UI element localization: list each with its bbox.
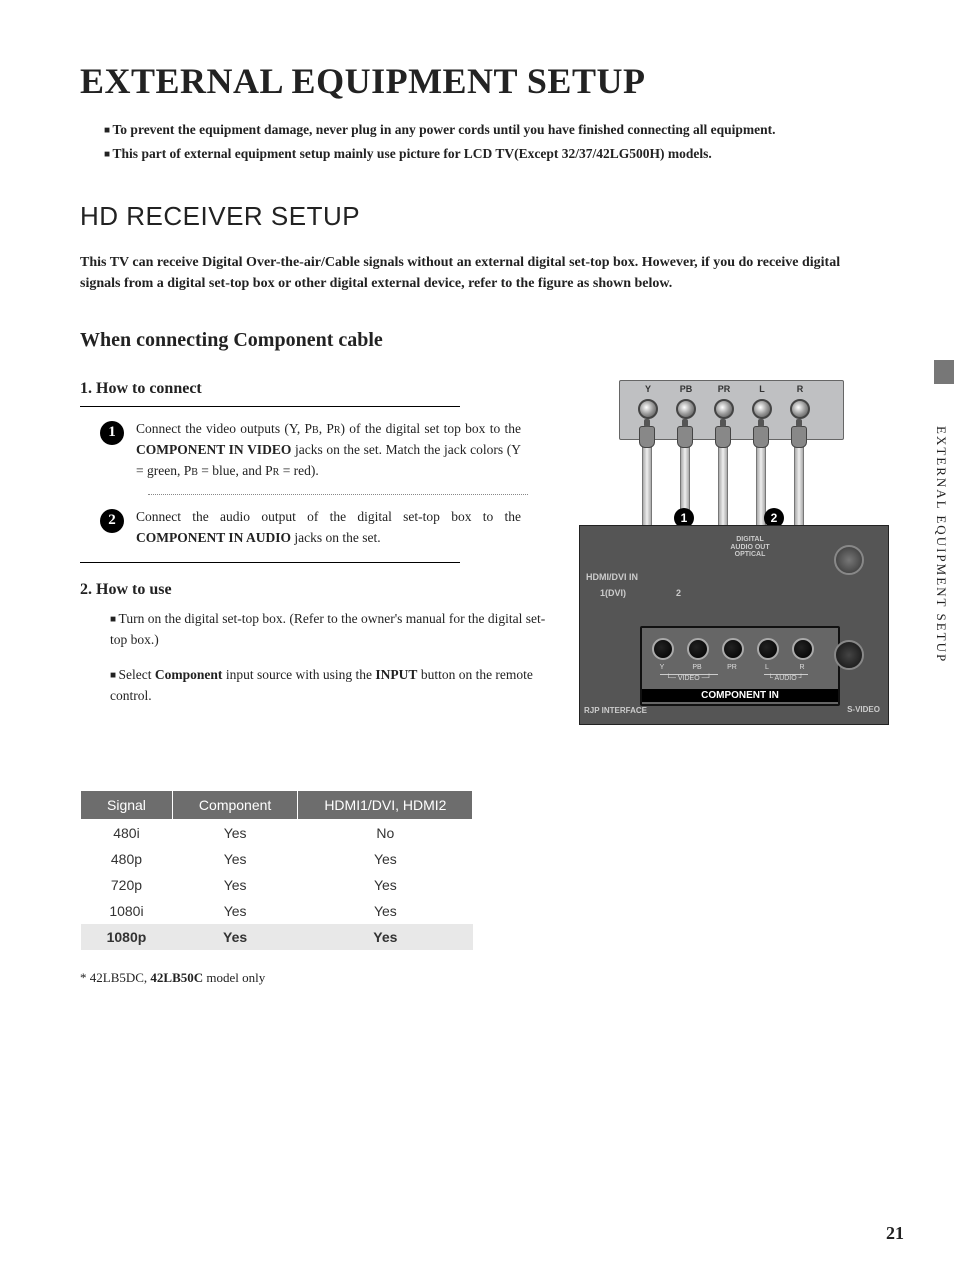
tv-jack-label: R <box>792 664 812 671</box>
rca-jack-icon <box>714 399 734 419</box>
divider <box>80 562 460 563</box>
jack-label-r: R <box>790 384 810 394</box>
tv-jack-icon <box>722 638 744 660</box>
hdmi-sub-label: 1(DVI) <box>600 588 626 598</box>
digital-audio-label: DIGITAL AUDIO OUT OPTICAL <box>730 536 770 559</box>
table-row: 1080pYesYes <box>81 924 473 950</box>
tv-jack-icon <box>757 638 779 660</box>
tv-jack-label: PB <box>687 664 707 671</box>
step-body: Connect the video outputs (Y, PB, PR) of… <box>136 419 521 482</box>
footnote: * 42LB5DC, 42LB50C model only <box>80 970 884 986</box>
rca-jack-icon <box>752 399 772 419</box>
connect-step-2: 2 Connect the audio output of the digita… <box>80 507 540 549</box>
side-tab-marker <box>934 360 954 384</box>
svideo-jack-icon <box>834 640 864 670</box>
rca-jack-icon <box>676 399 696 419</box>
table-row: 1080iYesYes <box>81 898 473 924</box>
how-to-use-list: Turn on the digital set-top box. (Refer … <box>110 609 559 707</box>
svideo-label: S-VIDEO <box>847 705 880 714</box>
rca-jack-icon <box>790 399 810 419</box>
rca-jack-icon <box>638 399 658 419</box>
connection-diagram: Y PB PR L R <box>579 380 879 730</box>
table-header: HDMI1/DVI, HDMI2 <box>298 790 473 819</box>
tv-jack-icon <box>687 638 709 660</box>
section-title: HD RECEIVER SETUP <box>80 201 884 232</box>
tv-jack-label: L <box>757 664 777 671</box>
tv-jack-label: PR <box>722 664 742 671</box>
tv-jack-icon <box>652 638 674 660</box>
side-tab-label: EXTERNAL EQUIPMENT SETUP <box>933 426 949 663</box>
plug-icon <box>753 426 769 448</box>
warning-item: This part of external equipment setup ma… <box>104 144 884 164</box>
sub-title: When connecting Component cable <box>80 329 884 352</box>
jack-label-pr: PR <box>714 384 734 394</box>
step-number-badge: 2 <box>100 509 124 533</box>
plug-icon <box>677 426 693 448</box>
tv-jack-label: Y <box>652 664 672 671</box>
optical-jack-icon <box>834 545 864 575</box>
connect-step-1: 1 Connect the video outputs (Y, PB, PR) … <box>80 419 540 482</box>
jack-label-pb: PB <box>676 384 696 394</box>
divider <box>80 406 460 407</box>
component-in-label: COMPONENT IN <box>642 689 838 702</box>
page-title: EXTERNAL EQUIPMENT SETUP <box>80 60 884 102</box>
hdmi-sub2-label: 2 <box>676 588 681 598</box>
rjp-label: RJP INTERFACE <box>584 707 647 716</box>
table-row: 480iYesNo <box>81 819 473 846</box>
table-row: 720pYesYes <box>81 872 473 898</box>
list-item: Select Component input source with using… <box>110 665 559 707</box>
warning-item: To prevent the equipment damage, never p… <box>104 120 884 140</box>
how-to-connect-heading: 1. How to connect <box>80 380 559 398</box>
jack-label-l: L <box>752 384 772 394</box>
tv-jack-icon <box>792 638 814 660</box>
component-in-panel: Y PB PR L R └─ VIDEO ─┘ └ AUDIO ┘ COMPON… <box>640 626 840 706</box>
plug-icon <box>639 426 655 448</box>
table-header: Component <box>172 790 297 819</box>
warnings-list: To prevent the equipment damage, never p… <box>104 120 884 165</box>
intro-text: This TV can receive Digital Over-the-air… <box>80 252 884 295</box>
plug-icon <box>715 426 731 448</box>
how-to-use-heading: 2. How to use <box>80 581 559 599</box>
list-item: Turn on the digital set-top box. (Refer … <box>110 609 559 651</box>
jack-label-y: Y <box>638 384 658 394</box>
table-header: Signal <box>81 790 173 819</box>
hdmi-label: HDMI/DVI IN <box>586 572 638 582</box>
dotted-divider <box>148 494 528 495</box>
page-number: 21 <box>886 1223 904 1244</box>
step-body: Connect the audio output of the digital … <box>136 507 521 549</box>
signal-compatibility-table: Signal Component HDMI1/DVI, HDMI2 480iYe… <box>80 790 473 950</box>
side-tab: EXTERNAL EQUIPMENT SETUP <box>928 390 954 700</box>
table-row: 480pYesYes <box>81 846 473 872</box>
step-number-badge: 1 <box>100 421 124 445</box>
plug-icon <box>791 426 807 448</box>
